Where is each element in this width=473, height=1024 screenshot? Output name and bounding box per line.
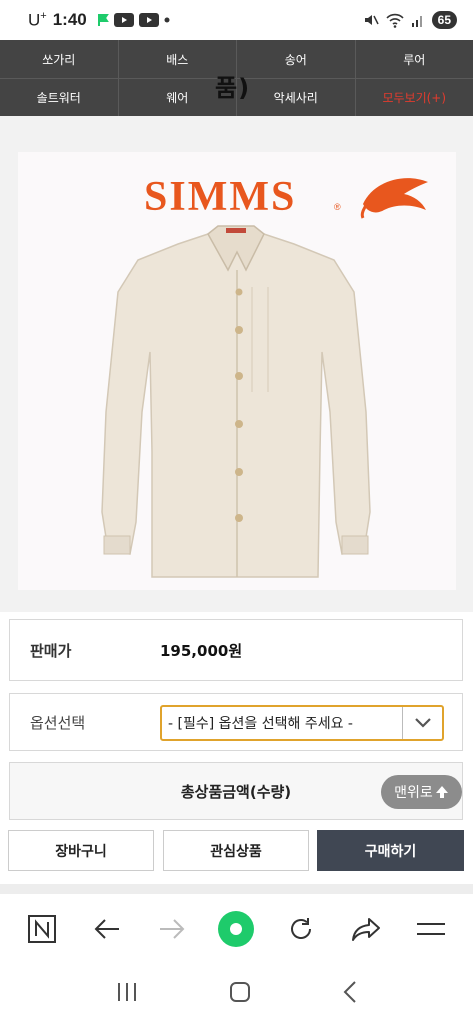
- mute-icon: [364, 15, 379, 25]
- scroll-to-top-button[interactable]: 맨위로: [381, 775, 462, 809]
- status-bar: U+ 1:40 65: [0, 0, 473, 40]
- back-icon[interactable]: [342, 980, 358, 1008]
- chevron-down-icon[interactable]: [402, 707, 442, 739]
- option-label: 옵션선택: [30, 713, 86, 732]
- youtube-icon-2: [138, 13, 159, 27]
- signal-icon: [411, 16, 422, 27]
- wishlist-button[interactable]: 관심상품: [163, 830, 309, 871]
- category-item[interactable]: 루어: [354, 40, 473, 78]
- view-all-link[interactable]: 모두보기(+): [354, 79, 473, 116]
- category-item[interactable]: 송어: [236, 40, 355, 78]
- product-image-drawing: SIMMS ®: [101, 174, 428, 578]
- menu-icon[interactable]: [411, 909, 451, 949]
- shirt-illustration: [101, 225, 371, 578]
- buy-now-button[interactable]: 구매하기: [317, 830, 464, 871]
- battery-badge: 65: [431, 11, 457, 29]
- clock: 1:40: [52, 10, 87, 29]
- notification-icons: [97, 13, 170, 27]
- forward-arrow-icon[interactable]: [152, 909, 192, 949]
- add-to-cart-button[interactable]: 장바구니: [8, 830, 154, 871]
- price-row: 판매가 195,000원: [9, 619, 463, 681]
- trout-logo-icon: [360, 178, 428, 219]
- system-nav-bar: [0, 964, 473, 1024]
- brand-logo-text: SIMMS: [144, 174, 296, 220]
- home-icon[interactable]: [228, 980, 252, 1008]
- option-select[interactable]: - [필수] 옵션을 선택해 주세요 -: [160, 705, 444, 741]
- divider: [0, 884, 473, 894]
- total-label: 총상품금액(수량): [180, 782, 292, 801]
- product-image[interactable]: SIMMS ®: [18, 152, 456, 590]
- browser-toolbar: [0, 894, 473, 964]
- carrier-label: U+: [28, 9, 47, 30]
- youtube-icon: [113, 13, 134, 27]
- price-label: 판매가: [30, 641, 72, 660]
- flag-notification-icon: [97, 14, 109, 26]
- scroll-to-top-label: 맨위로: [394, 785, 433, 801]
- arrow-up-icon: [435, 786, 448, 798]
- green-dot-home-icon[interactable]: [216, 909, 256, 949]
- price-value: 195,000원: [160, 641, 243, 660]
- page-title-fragment: 품): [215, 74, 251, 102]
- category-item[interactable]: 악세사리: [236, 79, 355, 116]
- share-icon[interactable]: [346, 909, 386, 949]
- system-icons: 65: [363, 11, 457, 29]
- option-select-value: - [필수] 옵션을 선택해 주세요 -: [168, 716, 353, 732]
- category-item[interactable]: 솔트워터: [0, 79, 118, 116]
- brand-registered-mark: ®: [334, 202, 341, 212]
- option-row: 옵션선택 - [필수] 옵션을 선택해 주세요 -: [9, 693, 463, 751]
- back-arrow-icon[interactable]: [87, 909, 127, 949]
- refresh-icon[interactable]: [281, 909, 321, 949]
- naver-home-icon[interactable]: [22, 909, 62, 949]
- dot-icon: [164, 17, 170, 23]
- wifi-icon: [386, 13, 404, 28]
- recent-apps-icon[interactable]: [115, 981, 139, 1007]
- category-item[interactable]: 쏘가리: [0, 40, 118, 78]
